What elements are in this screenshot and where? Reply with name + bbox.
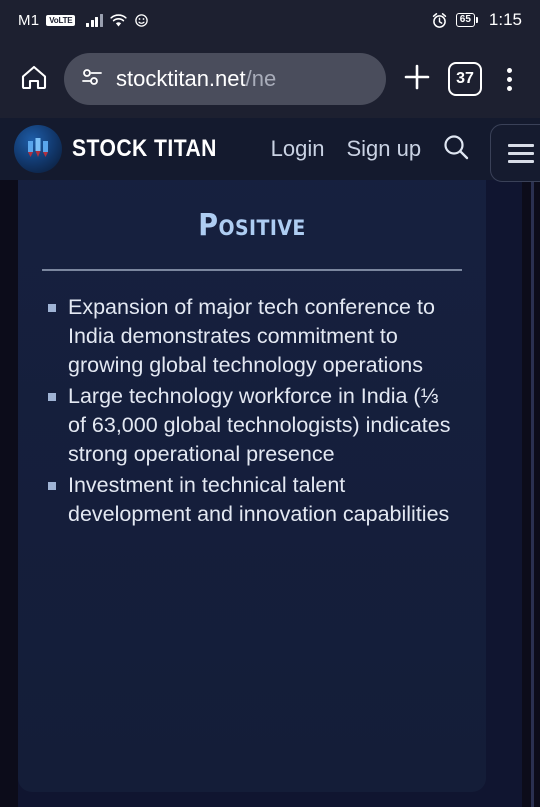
brand-wordmark[interactable]: STOCK TITAN <box>72 135 217 163</box>
tab-switcher-button[interactable]: 37 <box>448 62 482 96</box>
site-header: STOCK TITAN Login Sign up <box>0 118 540 182</box>
hamburger-menu-icon-bar <box>508 151 534 155</box>
signup-link[interactable]: Sign up <box>346 136 421 162</box>
search-button[interactable] <box>441 132 471 167</box>
alarm-clock-icon <box>431 12 448 29</box>
status-bar-left: M1 VoLTE <box>18 12 431 29</box>
browser-toolbar: stocktitan.net/ne 37 <box>0 40 540 118</box>
battery-icon: 65 <box>455 13 479 27</box>
url-domain: stocktitan.net <box>116 66 246 91</box>
plus-icon <box>401 61 433 98</box>
overflow-menu-icon-dot <box>506 85 512 91</box>
wifi-icon <box>110 13 127 27</box>
url-path: /ne <box>245 66 277 91</box>
status-bar-right: 65 1:15 <box>431 10 522 30</box>
emoji-status-icon <box>134 13 149 27</box>
url-text: stocktitan.net/ne <box>116 66 276 92</box>
android-status-bar: M1 VoLTE 65 1:15 <box>0 0 540 40</box>
home-button[interactable] <box>14 59 54 99</box>
list-item: Investment in technical talent developme… <box>42 471 462 529</box>
list-item: Large technology workforce in India (⅓ o… <box>42 382 462 469</box>
list-item: Expansion of major tech conference to In… <box>42 293 462 380</box>
overflow-menu-icon <box>506 67 512 73</box>
url-bar[interactable]: stocktitan.net/ne <box>64 53 386 105</box>
hamburger-menu-icon-bar <box>508 159 534 163</box>
status-bar-clock: 1:15 <box>488 10 522 29</box>
hamburger-menu-button[interactable] <box>490 124 540 182</box>
positive-divider <box>42 269 462 271</box>
tab-count-label: 37 <box>456 70 474 87</box>
volte-badge: VoLTE <box>46 14 76 26</box>
positive-card-title: Positive <box>198 208 306 243</box>
carrier-label: M1 <box>18 11 40 29</box>
site-permissions-icon[interactable] <box>80 67 104 92</box>
positive-bullet-list: Expansion of major tech conference to In… <box>42 293 462 529</box>
stock-titan-logo-icon[interactable] <box>14 125 62 173</box>
new-tab-button[interactable] <box>396 58 438 100</box>
overflow-menu-icon-dot <box>506 76 512 82</box>
hamburger-menu-icon <box>508 143 534 147</box>
signal-bars-icon <box>86 13 103 27</box>
positive-card: Positive Expansion of major tech confere… <box>18 180 486 792</box>
login-link[interactable]: Login <box>271 136 325 162</box>
page-content: Positive Expansion of major tech confere… <box>0 180 540 807</box>
search-icon <box>441 132 471 167</box>
home-icon <box>19 62 49 97</box>
header-nav: Login Sign up <box>271 136 421 162</box>
browser-menu-button[interactable] <box>492 59 526 99</box>
page-scrollbar[interactable] <box>531 180 534 807</box>
